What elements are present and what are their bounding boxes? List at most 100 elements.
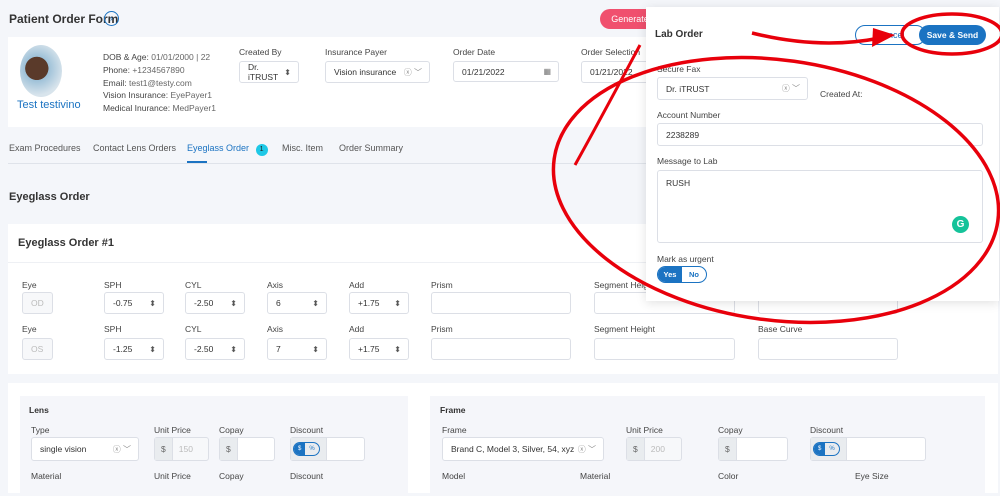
sph-input[interactable]: -1.25 ⬍ <box>104 338 164 360</box>
stepper-icon[interactable]: ⬍ <box>230 345 237 354</box>
created-at-label: Created At: <box>820 89 863 99</box>
clear-chevron-icon[interactable]: ⓧ ﹀ <box>404 67 422 78</box>
currency-prefix: $ <box>719 438 737 460</box>
cyl-input[interactable]: -2.50 ⬍ <box>185 292 245 314</box>
lens-type-select[interactable]: single vision ⓧ ﹀ <box>31 437 139 461</box>
tab-exam-procedures[interactable]: Exam Procedures <box>9 143 81 153</box>
currency-prefix: $ <box>627 438 645 460</box>
tab-badge: 1 <box>255 144 268 156</box>
frame-unit-price: $200 <box>626 437 682 461</box>
tab-eyeglass-order[interactable]: Eyeglass Order 1 <box>187 143 268 156</box>
phone-value: +1234567890 <box>132 64 185 75</box>
cyl-input[interactable]: -2.50 ⬍ <box>185 338 245 360</box>
axis-input[interactable]: 6 ⬍ <box>267 292 327 314</box>
message-value: RUSH <box>666 178 691 188</box>
currency-prefix: $ <box>220 438 238 460</box>
order-selection-value: 01/21/2022 <box>590 67 633 77</box>
add-input[interactable]: +1.75 ⬍ <box>349 292 409 314</box>
lens-copay-input[interactable]: $ <box>219 437 275 461</box>
lens-material-copay-label: Copay <box>219 471 244 481</box>
email-label: Email: <box>103 77 127 88</box>
cyl-label: CYL <box>185 324 202 334</box>
discount-type-toggle[interactable]: $% <box>293 442 320 456</box>
lens-material-label: Material <box>31 471 62 481</box>
save-send-button[interactable]: Save & Send <box>919 25 986 45</box>
frame-copay-input[interactable]: $ <box>718 437 788 461</box>
phone-label: Phone: <box>103 64 130 75</box>
lens-unit-value: 150 <box>178 444 193 454</box>
add-input[interactable]: +1.75 ⬍ <box>349 338 409 360</box>
lens-type-label: Type <box>31 425 50 435</box>
stepper-icon[interactable]: ⬍ <box>149 299 156 308</box>
urgent-yes[interactable]: Yes <box>658 267 682 282</box>
prism-input[interactable] <box>431 338 571 360</box>
urgent-no[interactable]: No <box>682 267 706 282</box>
frame-select[interactable]: Brand C, Model 3, Silver, 54, xyz ⓧ ﹀ <box>442 437 604 461</box>
frame-color-label: Color <box>718 471 739 481</box>
currency-prefix: $ <box>155 438 173 460</box>
section-title: Eyeglass Order <box>9 191 90 203</box>
tab-order-summary[interactable]: Order Summary <box>339 143 403 153</box>
lens-discount-label: Discount <box>290 425 324 435</box>
eye-label: Eye <box>22 280 37 290</box>
urgent-label: Mark as urgent <box>657 254 714 264</box>
order-date-label: Order Date <box>453 47 496 57</box>
expand-icon[interactable]: › <box>104 11 119 26</box>
frame-copay-label: Copay <box>718 425 743 435</box>
axis-input[interactable]: 7 ⬍ <box>267 338 327 360</box>
clear-chevron-icon[interactable]: ⓧ ﹀ <box>578 444 596 455</box>
prism-label: Prism <box>431 324 453 334</box>
stepper-icon[interactable]: ⬍ <box>312 345 319 354</box>
payer-value: Vision insurance <box>334 67 397 77</box>
secure-fax-label: Secure Fax <box>657 64 701 74</box>
grammarly-icon[interactable]: G <box>952 216 969 233</box>
vision-label: Vision Insurance: <box>103 90 169 101</box>
calendar-icon[interactable]: ▦ <box>543 67 551 76</box>
base-label: Base Curve <box>758 324 803 334</box>
cancel-button[interactable]: Cancel <box>855 25 926 45</box>
card-title: Eyeglass Order #1 <box>18 237 115 249</box>
sph-input[interactable]: -0.75 ⬍ <box>104 292 164 314</box>
sph-label: SPH <box>104 280 122 290</box>
stepper-icon[interactable]: ⬍ <box>149 345 156 354</box>
cyl-value: -2.50 <box>194 298 214 308</box>
urgent-toggle[interactable]: Yes No <box>657 266 707 283</box>
frame-label: Frame <box>442 425 467 435</box>
axis-label: Axis <box>267 280 284 290</box>
add-label: Add <box>349 324 365 334</box>
patient-name[interactable]: Test testivino <box>17 99 81 111</box>
cyl-label: CYL <box>185 280 202 290</box>
stepper-icon[interactable]: ⬍ <box>230 299 237 308</box>
prism-input[interactable] <box>431 292 571 314</box>
base-input[interactable] <box>758 338 898 360</box>
account-number-input[interactable]: 2238289 <box>657 123 983 146</box>
order-date-value: 01/21/2022 <box>462 66 505 77</box>
frame-discount-input[interactable]: $% <box>810 437 926 461</box>
tab-misc-item[interactable]: Misc. Item <box>282 143 323 153</box>
stepper-icon[interactable]: ⬍ <box>394 299 401 308</box>
secure-fax-select[interactable]: Dr. iTRUST ⓧ ﹀ <box>657 77 808 100</box>
tab-contact-lens-orders[interactable]: Contact Lens Orders <box>93 143 176 153</box>
created-by-label: Created By <box>239 47 282 57</box>
clear-chevron-icon[interactable]: ⓧ ﹀ <box>113 444 131 455</box>
lens-discount-input[interactable]: $% <box>290 437 365 461</box>
stepper-icon[interactable]: ⬍ <box>312 299 319 308</box>
vision-value: EyePayer1 <box>170 90 213 101</box>
seg-input[interactable] <box>594 338 735 360</box>
modal-title: Lab Order <box>655 29 703 40</box>
stepper-icon[interactable]: ⬍ <box>394 345 401 354</box>
lens-material-discount-label: Discount <box>290 471 324 481</box>
dob-label: DOB & Age: <box>103 52 149 62</box>
medical-label: Medical Inurance: <box>103 103 171 114</box>
eye-input: OD <box>22 292 53 314</box>
clear-chevron-icon[interactable]: ⓧ ﹀ <box>782 83 800 94</box>
created-by-select[interactable]: Dr. iTRUST ⬍ <box>239 61 299 83</box>
order-date-input[interactable]: 01/21/2022 ▦ <box>453 61 559 82</box>
lens-type-value: single vision <box>40 444 87 454</box>
sph-value: -1.25 <box>113 344 133 354</box>
discount-type-toggle[interactable]: $% <box>813 442 840 456</box>
payer-select[interactable]: Vision insurance ⓧ ﹀ <box>325 61 430 83</box>
frame-value: Brand C, Model 3, Silver, 54, xyz <box>451 444 575 454</box>
eye-value: OS <box>31 344 44 354</box>
message-textarea[interactable]: RUSH <box>657 170 983 243</box>
